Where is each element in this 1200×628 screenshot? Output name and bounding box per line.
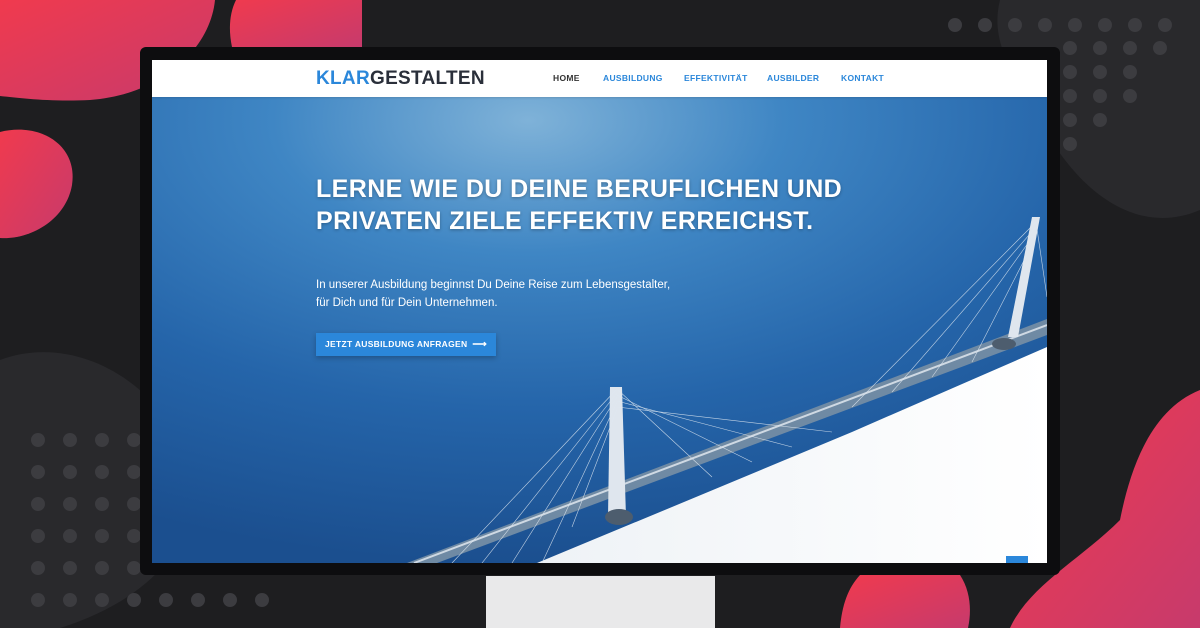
nav-item-ausbilder[interactable]: AUSBILDER (767, 73, 819, 83)
website-screen: KLARGESTALTEN HOME AUSBILDUNG EFFEKTIVIT… (152, 60, 1047, 563)
hero-title: LERNE WIE DU DEINE BERUFLICHEN UND PRIVA… (316, 175, 843, 235)
nav-item-ausbildung[interactable]: AUSBILDUNG (603, 73, 663, 83)
hero-subtitle-line-2: für Dich und für Dein Unternehmen. (316, 297, 498, 309)
cta-label: JETZT AUSBILDUNG ANFRAGEN (325, 339, 468, 349)
hero-section: LERNE WIE DU DEINE BERUFLICHEN UND PRIVA… (152, 97, 1047, 563)
nav-item-home[interactable]: HOME (553, 73, 580, 83)
logo-text: GESTALTEN (369, 68, 485, 89)
request-training-button[interactable]: JETZT AUSBILDUNG ANFRAGEN ⟶ (316, 333, 497, 356)
site-logo[interactable]: KLARGESTALTEN (316, 68, 485, 90)
nav-item-effektivitaet[interactable]: EFFEKTIVITÄT (684, 73, 748, 83)
logo-accent: KLAR (316, 68, 370, 89)
hero-subtitle: In unserer Ausbildung beginnst Du Deine … (316, 276, 736, 312)
arrow-down-icon: ↓ (1014, 560, 1020, 563)
monitor-stand (486, 576, 715, 628)
scroll-down-button[interactable]: ↓ (1006, 556, 1028, 563)
hero-background-bridge-image (152, 97, 1047, 563)
arrow-right-icon: ⟶ (472, 339, 488, 350)
hero-subtitle-line-1: In unserer Ausbildung beginnst Du Deine … (316, 279, 671, 291)
site-header: KLARGESTALTEN HOME AUSBILDUNG EFFEKTIVIT… (152, 60, 1047, 97)
nav-item-kontakt[interactable]: KONTAKT (841, 73, 884, 83)
